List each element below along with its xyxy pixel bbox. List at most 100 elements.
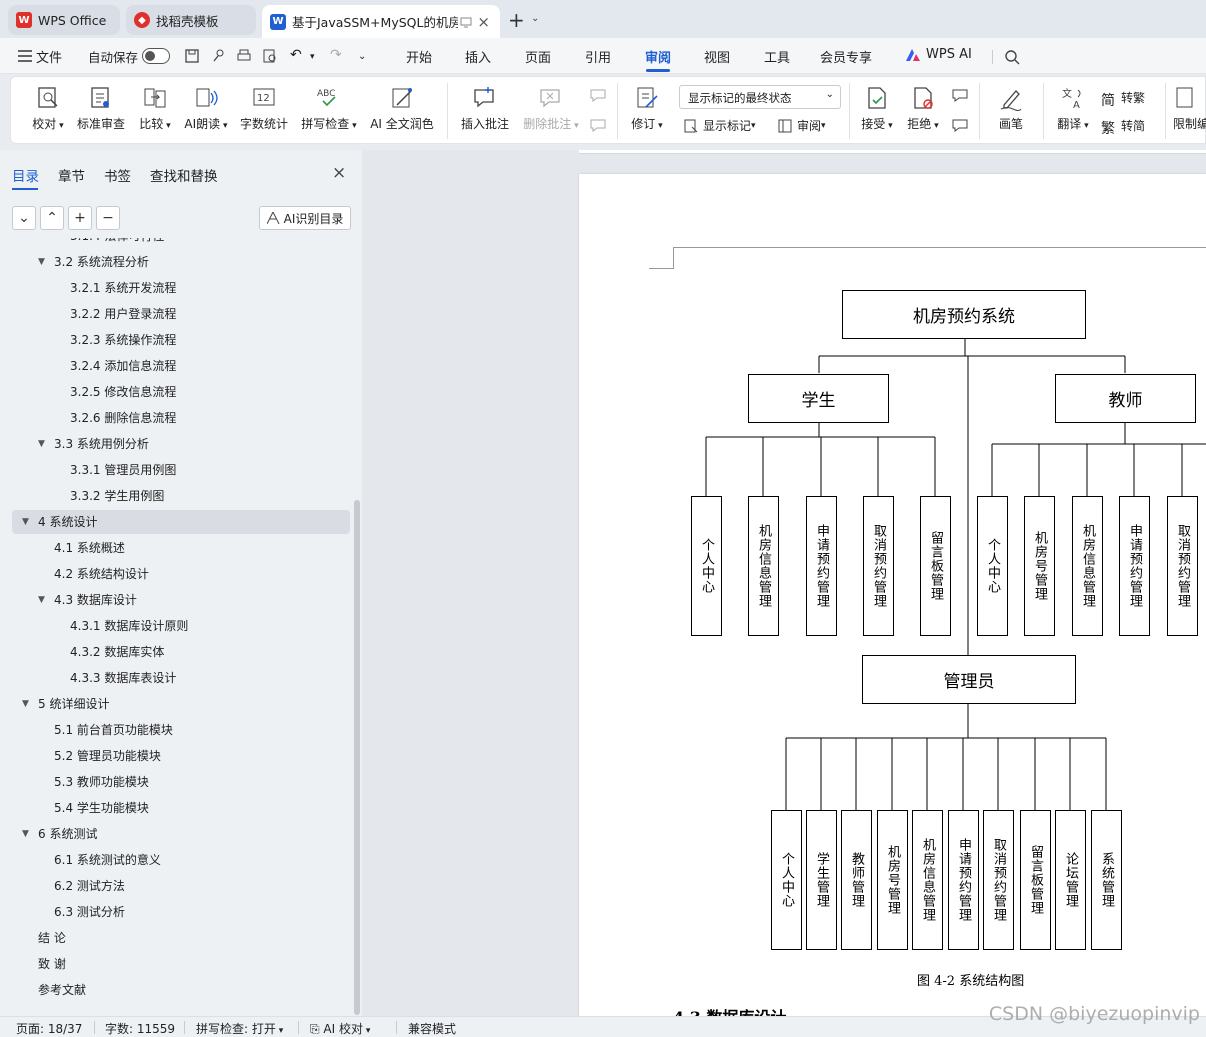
previous-change-icon[interactable]	[951, 87, 969, 103]
save-icon[interactable]	[184, 48, 200, 64]
spell-check-status[interactable]: 拼写检查: 打开 ▾	[196, 1020, 283, 1037]
menu-membership[interactable]: 会员专享	[820, 47, 872, 66]
to-traditional-button[interactable]: 简转繁	[1101, 89, 1145, 109]
toc-item[interactable]: 5.3 教师功能模块	[12, 770, 350, 794]
toc-item[interactable]: 6.2 测试方法	[12, 874, 350, 898]
nav-tab-sections[interactable]: 章节	[58, 165, 85, 185]
word-count-button[interactable]: 12 字数统计	[237, 77, 291, 132]
reject-button[interactable]: 拒绝 ▾	[903, 77, 943, 132]
next-comment-icon[interactable]	[589, 117, 607, 133]
undo-icon[interactable]: ↶	[290, 47, 302, 63]
toc-item[interactable]: ▼ 4.3 数据库设计	[12, 588, 350, 612]
nav-tab-find-replace[interactable]: 查找和替换	[150, 165, 218, 185]
expand-arrow-icon[interactable]: ▼	[38, 588, 45, 612]
scrollbar[interactable]	[354, 500, 360, 1015]
toc-item[interactable]: ▼ 3.2 系统流程分析	[12, 250, 350, 274]
share-icon[interactable]	[210, 48, 226, 64]
menu-reference[interactable]: 引用	[585, 47, 611, 66]
toc-item[interactable]: ▼ 3.3 系统用例分析	[12, 432, 350, 456]
search-icon[interactable]	[1004, 49, 1020, 65]
menu-start[interactable]: 开始	[406, 47, 432, 66]
toc-item[interactable]: 4.3.2 数据库实体	[12, 640, 350, 664]
tab-daoke-templates[interactable]: ◆ 找稻壳模板	[126, 5, 256, 35]
pen-button[interactable]: 画笔	[991, 77, 1031, 132]
print-icon[interactable]	[236, 48, 252, 64]
toc-item[interactable]: 参考文献	[12, 978, 350, 1002]
translate-button[interactable]: 文A 翻译 ▾	[1053, 77, 1093, 132]
remove-heading-button[interactable]: −	[96, 206, 120, 230]
restrict-editing-button[interactable]: 限制编	[1173, 77, 1206, 132]
markup-display-select[interactable]: 显示标记的最终状态 ⌄	[679, 85, 841, 109]
toc-item[interactable]: 4.1 系统概述	[12, 536, 350, 560]
spell-check-button[interactable]: ABC 拼写检查 ▾	[299, 77, 359, 132]
toc-item[interactable]: 结 论	[12, 926, 350, 950]
menu-view[interactable]: 视图	[704, 47, 730, 66]
toc-item[interactable]: 致 谢	[12, 952, 350, 976]
toc-item[interactable]: 3.2.3 系统操作流程	[12, 328, 350, 352]
toc-item[interactable]: 5.1 前台首页功能模块	[12, 718, 350, 742]
toc-item[interactable]: 4.2 系统结构设计	[12, 562, 350, 586]
previous-comment-icon[interactable]	[589, 87, 607, 103]
show-markup-button[interactable]: 显示标记 ▾	[683, 117, 756, 134]
proof-button[interactable]: 校对 ▾	[29, 77, 67, 132]
chevron-down-icon[interactable]: ▾	[310, 52, 315, 62]
ai-toc-button[interactable]: AI识别目录	[259, 206, 351, 230]
toc-item[interactable]: 3.2.5 修改信息流程	[12, 380, 350, 404]
toc-item[interactable]: ▼ 5 统详细设计	[12, 692, 350, 716]
nav-tab-toc[interactable]: 目录	[12, 165, 39, 185]
nav-tab-bookmarks[interactable]: 书签	[104, 165, 131, 185]
review-pane-button[interactable]: 审阅 ▾	[777, 117, 826, 134]
compare-button[interactable]: 比较 ▾	[135, 77, 175, 132]
hamburger-icon[interactable]	[18, 50, 34, 66]
toc-item[interactable]: 5.4 学生功能模块	[12, 796, 350, 820]
expand-button[interactable]: ⌃	[40, 206, 64, 230]
tab-document[interactable]: W 基于JavaSSM+MySQL的机房 ×	[262, 5, 500, 38]
expand-arrow-icon[interactable]: ▼	[38, 432, 45, 456]
toc-item[interactable]: 3.2.6 删除信息流程	[12, 406, 350, 430]
menu-page[interactable]: 页面	[525, 47, 551, 66]
toc-item[interactable]: 3.1.4 法律可行性	[12, 238, 350, 248]
insert-comment-button[interactable]: 插入批注	[457, 77, 513, 132]
toc-item[interactable]: 3.2.1 系统开发流程	[12, 276, 350, 300]
toc-item[interactable]: 6.1 系统测试的意义	[12, 848, 350, 872]
toc-item[interactable]: 3.2.4 添加信息流程	[12, 354, 350, 378]
toc-item[interactable]: 3.2.2 用户登录流程	[12, 302, 350, 326]
toc-item[interactable]: 3.3.1 管理员用例图	[12, 458, 350, 482]
expand-arrow-icon[interactable]: ▼	[38, 250, 45, 274]
toc-item[interactable]: 6.3 测试分析	[12, 900, 350, 924]
toc-item[interactable]: ▼ 6 系统测试	[12, 822, 350, 846]
menu-wps-ai[interactable]: WPS AI	[926, 47, 972, 62]
chevron-down-icon[interactable]: ⌄	[358, 51, 366, 62]
expand-arrow-icon[interactable]: ▼	[22, 510, 29, 534]
toc-item[interactable]: 5.2 管理员功能模块	[12, 744, 350, 768]
close-tab-icon[interactable]: ×	[477, 13, 490, 31]
redo-icon[interactable]: ↷	[330, 47, 342, 63]
toc-item[interactable]: ▼ 4 系统设计	[12, 510, 350, 534]
toc-item[interactable]: 4.3.1 数据库设计原则	[12, 614, 350, 638]
collapse-button[interactable]: ⌄	[12, 206, 36, 230]
menu-review[interactable]: 审阅	[645, 47, 671, 66]
add-heading-button[interactable]: +	[68, 206, 92, 230]
print-preview-icon[interactable]	[262, 48, 278, 64]
ai-proof-status[interactable]: ⎘ AI 校对 ▾	[310, 1020, 370, 1037]
delete-comment-button[interactable]: 删除批注 ▾	[519, 77, 583, 132]
tab-wps-office[interactable]: W WPS Office	[8, 5, 120, 35]
menu-insert[interactable]: 插入	[465, 47, 491, 66]
track-changes-button[interactable]: 修订 ▾	[625, 77, 669, 132]
menu-tools[interactable]: 工具	[764, 47, 790, 66]
page-indicator[interactable]: 页面: 18/37	[16, 1020, 82, 1037]
expand-arrow-icon[interactable]: ▼	[22, 822, 29, 846]
next-change-icon[interactable]	[951, 117, 969, 133]
chevron-down-icon[interactable]: ⌄	[531, 13, 539, 24]
toc-item[interactable]: 4.3.3 数据库表设计	[12, 666, 350, 690]
expand-arrow-icon[interactable]: ▼	[22, 692, 29, 716]
new-tab-icon[interactable]: +	[508, 8, 525, 32]
file-menu[interactable]: 文件	[36, 47, 62, 66]
close-icon[interactable]: ×	[332, 163, 346, 183]
toc-item[interactable]: 3.3.2 学生用例图	[12, 484, 350, 508]
word-count[interactable]: 字数: 11559	[105, 1020, 175, 1037]
ai-polish-button[interactable]: AI 全文润色	[367, 77, 437, 132]
standard-review-button[interactable]: 标准审查	[75, 77, 127, 132]
autosave-toggle[interactable]	[142, 48, 170, 64]
to-simplified-button[interactable]: 繁转简	[1101, 117, 1145, 137]
